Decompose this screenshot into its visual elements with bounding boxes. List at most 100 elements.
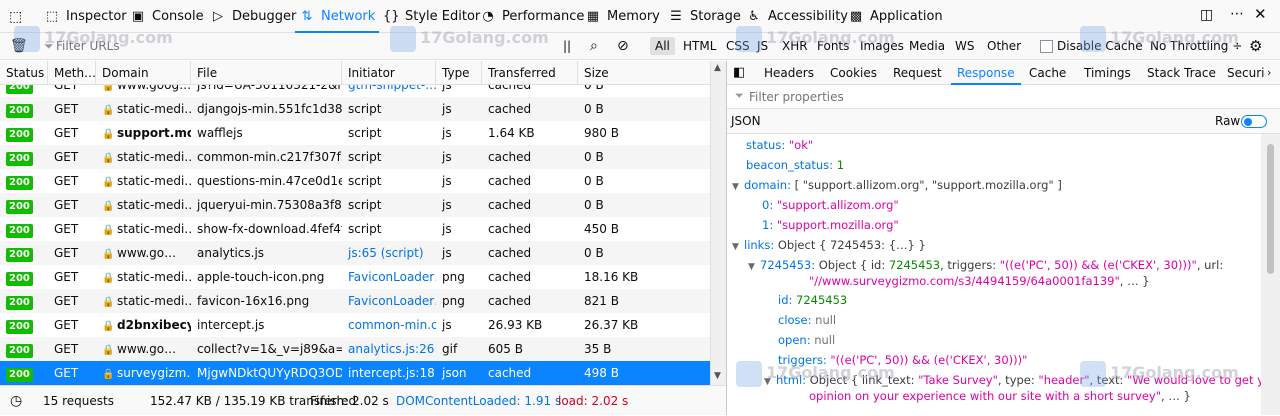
watermark: 17Golang.com	[766, 363, 895, 382]
cell-initiator: script	[348, 222, 382, 236]
tab-request[interactable]: Request	[893, 61, 942, 85]
filter-type-all[interactable]: All	[650, 33, 675, 59]
tab-storage[interactable]: ☰ Storage	[668, 0, 741, 33]
json-row-domain-1[interactable]: 1: "support.mozilla.org"	[762, 218, 899, 232]
table-row[interactable]: 200 GET 🔒d2bnxibecy… intercept.js common-min…	[0, 313, 710, 337]
tab-stack-trace[interactable]: Stack Trace	[1147, 61, 1216, 85]
tab-security[interactable]: Securi	[1227, 61, 1264, 85]
table-row[interactable]: 200 GET 🔒 static-medi… jqueryui-min.75308a3f…	[0, 193, 710, 217]
expand-arrow-icon[interactable]: ▼	[732, 182, 744, 192]
filter-properties-input[interactable]	[749, 88, 1249, 106]
json-scrollbar[interactable]	[1261, 134, 1280, 415]
filter-type-html[interactable]: HTML	[678, 33, 721, 59]
scroll-up-icon[interactable]: ▲	[714, 63, 721, 73]
requests-scrollbar[interactable]: ▲ ▼	[710, 61, 726, 385]
table-row[interactable]: 200 GET 🔒www.go… collect?v=1&_v=j89&a=1422 a…	[0, 337, 710, 361]
cell-status: 200	[0, 289, 48, 313]
watermark: 17Golang.com	[766, 28, 895, 47]
column-domain[interactable]: Domain	[96, 61, 191, 85]
raw-toggle[interactable]	[1241, 115, 1267, 128]
scroll-down-icon[interactable]: ▼	[714, 371, 721, 381]
column-type[interactable]: Type	[436, 61, 482, 85]
tab-network[interactable]: ⇅ Network	[294, 0, 380, 33]
finish-time: Finish: 2.02 s	[310, 394, 389, 408]
cell-method: GET	[54, 342, 79, 356]
json-row-close[interactable]: close: null	[778, 313, 836, 327]
status-badge: 200	[6, 176, 33, 190]
more-options-icon[interactable]: ⋯	[1230, 6, 1244, 22]
expand-arrow-icon[interactable]: ▼	[748, 262, 760, 272]
cell-transferred: cached	[488, 198, 532, 212]
watermark: 17Golang.com	[1110, 28, 1239, 47]
watermark-logo	[1080, 26, 1106, 52]
tab-memory[interactable]: ▦ Memory	[585, 0, 660, 33]
table-row[interactable]: 200 GET 🔒 static-medi… djangojs-min.551fc1d3…	[0, 97, 710, 121]
dock-side-icon[interactable]: ◫	[1200, 7, 1213, 23]
filter-type-other[interactable]: Other	[982, 33, 1026, 59]
json-row-status[interactable]: status: "ok"	[746, 138, 813, 152]
tab-timings[interactable]: Timings	[1084, 61, 1131, 85]
column-transferred[interactable]: Transferred	[482, 61, 578, 85]
table-row[interactable]: 200 GET 🔒 static-medi… favicon-16x16.png Favi…	[0, 289, 710, 313]
scroll-thumb[interactable]	[1267, 144, 1274, 274]
column-size[interactable]: Size	[578, 61, 710, 85]
close-icon[interactable]: ✕	[1254, 5, 1267, 23]
table-row[interactable]: 200 GET 🔒 static-medi… apple-touch-icon.png F…	[0, 265, 710, 289]
expand-arrow-icon[interactable]: ▼	[732, 242, 744, 252]
cell-type: js	[442, 150, 452, 164]
json-row-open[interactable]: open: null	[778, 333, 835, 347]
filter-type-media[interactable]: Media	[904, 33, 950, 59]
cell-status: 200	[0, 193, 48, 217]
status-footer: ◷ 15 requests 152.47 KB / 135.19 KB tran…	[0, 385, 726, 415]
cell-type: json	[442, 366, 467, 380]
cell-type: js	[442, 102, 452, 116]
tab-response[interactable]: Response	[951, 61, 1021, 85]
cell-type: gif	[442, 342, 458, 356]
cell-method: GET	[54, 198, 79, 212]
watermark-logo	[736, 26, 762, 52]
pause-button[interactable]: ||	[563, 33, 571, 59]
filter-type-ws[interactable]: WS	[950, 33, 979, 59]
search-icon[interactable]: ⌕	[590, 33, 598, 59]
table-row[interactable]: 200 GET 🔒www.goog… js?id=UA-36116321-2&l=da…	[0, 85, 710, 97]
table-row[interactable]: 200 GET 🔒static-medi… common-min.c217f307f5…	[0, 145, 710, 169]
pick-element-icon[interactable]: ⬚	[9, 8, 27, 26]
tab-cookies[interactable]: Cookies	[830, 61, 877, 85]
table-row[interactable]: 200 GET 🔒 static-medi… questions-min.47ce0d1…	[0, 169, 710, 193]
json-row-link-7245453[interactable]: ▼ 7245453: Object { id: 7245453, triggers…	[748, 258, 1223, 272]
cell-size: 26.37 KB	[584, 318, 639, 332]
cell-initiator: gtm-snippet-…	[348, 85, 436, 92]
table-row[interactable]: 200 GET 🔒support.mo… wafflejs script js 1.64 K…	[0, 121, 710, 145]
table-row[interactable]: 200 GET 🔒 www.go… analytics.js js:65 (script)…	[0, 241, 710, 265]
cell-initiator: FaviconLoader…	[348, 294, 436, 308]
column-file[interactable]: File	[191, 61, 342, 85]
json-row-id[interactable]: id: 7245453	[778, 293, 847, 307]
tab-headers[interactable]: Headers	[764, 61, 814, 85]
cell-initiator: script	[348, 150, 382, 164]
watermark-logo	[1080, 361, 1106, 387]
sidebar-toggle-icon[interactable]: ◧	[733, 61, 745, 85]
status-badge: 200	[6, 85, 33, 94]
json-row-links[interactable]: ▼ links: Object { 7245453: {…} }	[732, 238, 926, 252]
json-row-domain-0[interactable]: 0: "support.allizom.org"	[762, 198, 899, 212]
table-row[interactable]: 200 GET 🔒 static-medi… show-fx-download.4fef…	[0, 217, 710, 241]
column-status[interactable]: Status	[0, 61, 48, 85]
cell-transferred: 26.93 KB	[488, 318, 543, 332]
tabs-overflow-icon[interactable]: ›	[1267, 61, 1271, 85]
column-initiator[interactable]: Initiator	[342, 61, 436, 85]
block-icon[interactable]: ⊘	[617, 33, 629, 59]
cell-initiator: script	[348, 198, 382, 212]
json-row-domain[interactable]: ▼ domain: [ "support.allizom.org", "suppo…	[732, 178, 1062, 192]
dom-content-loaded: DOMContentLoaded: 1.91 s	[396, 394, 562, 408]
cell-type: png	[442, 270, 465, 284]
tab-debugger[interactable]: ▷ Debugger	[210, 0, 296, 33]
table-row[interactable]: 200 GET 🔒surveygizm… MjgwNDktQUYyRDQ3ODk0M i…	[0, 361, 710, 385]
settings-gear-icon[interactable]: ⚙	[1249, 33, 1262, 59]
tab-cache[interactable]: Cache	[1029, 61, 1066, 85]
lock-icon: 🔒	[102, 85, 115, 92]
json-row-beacon-status[interactable]: beacon_status: 1	[746, 158, 844, 172]
cell-file: jqueryui-min.75308a3f8759.js	[197, 198, 342, 212]
application-icon: ▩	[849, 8, 863, 24]
column-method[interactable]: Meth…	[48, 61, 96, 85]
status-badge: 200	[6, 344, 33, 358]
